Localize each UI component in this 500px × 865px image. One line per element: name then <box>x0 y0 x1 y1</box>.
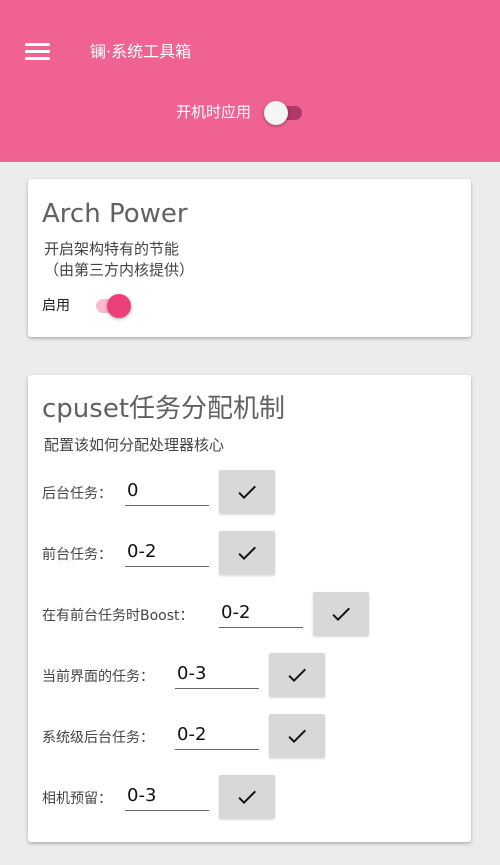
apply-top-app-button[interactable] <box>269 653 325 697</box>
apply-boost-button[interactable] <box>313 592 369 636</box>
boot-apply-label: 开机时应用 <box>176 103 252 121</box>
cpuset-row-top-app: 当前界面的任务： <box>28 653 471 697</box>
check-icon <box>238 790 256 804</box>
switch-thumb <box>264 101 288 125</box>
cpuset-row-camera: 相机预留： <box>28 775 471 819</box>
boot-apply-switch[interactable] <box>262 97 308 127</box>
boot-apply-row: 开机时应用 <box>0 97 500 129</box>
menu-icon[interactable] <box>22 38 54 66</box>
apply-background-button[interactable] <box>219 470 275 514</box>
check-icon <box>238 546 256 560</box>
cpuset-card: cpuset任务分配机制 配置该如何分配处理器核心 后台任务： 前台任务： 在有… <box>28 375 471 842</box>
row-label: 系统级后台任务： <box>42 730 154 746</box>
switch-thumb <box>107 294 131 318</box>
row-label: 在有前台任务时Boost： <box>42 608 194 624</box>
arch-power-enable-switch[interactable] <box>90 290 136 320</box>
row-label: 前台任务： <box>42 547 112 563</box>
check-icon <box>288 729 306 743</box>
enable-label: 启用 <box>42 298 70 314</box>
row-label: 后台任务： <box>42 486 112 502</box>
camera-cores-input[interactable] <box>125 780 209 811</box>
apply-foreground-button[interactable] <box>219 531 275 575</box>
boost-cores-input[interactable] <box>219 597 303 628</box>
cpuset-row-foreground: 前台任务： <box>28 531 471 575</box>
arch-power-title: Arch Power <box>42 199 188 229</box>
app-bar: 镧·系统工具箱 开机时应用 <box>0 0 500 162</box>
cpuset-row-boost: 在有前台任务时Boost： <box>28 592 471 636</box>
apply-camera-button[interactable] <box>219 775 275 819</box>
foreground-cores-input[interactable] <box>125 536 209 567</box>
system-background-cores-input[interactable] <box>175 719 259 750</box>
cpuset-desc: 配置该如何分配处理器核心 <box>44 436 225 454</box>
cpuset-title: cpuset任务分配机制 <box>42 394 286 424</box>
check-icon <box>288 668 306 682</box>
arch-power-desc-line1: 开启架构特有的节能 <box>44 240 180 258</box>
apply-system-background-button[interactable] <box>269 714 325 758</box>
app-title: 镧·系统工具箱 <box>90 42 192 61</box>
top-app-cores-input[interactable] <box>175 658 259 689</box>
row-label: 当前界面的任务： <box>42 669 154 685</box>
cpuset-row-system-background: 系统级后台任务： <box>28 714 471 758</box>
check-icon <box>238 485 256 499</box>
arch-power-desc-line2: （由第三方内核提供） <box>44 261 195 279</box>
cpuset-row-background: 后台任务： <box>28 470 471 514</box>
arch-power-card: Arch Power 开启架构特有的节能 （由第三方内核提供） 启用 <box>28 179 471 337</box>
check-icon <box>332 607 350 621</box>
background-cores-input[interactable] <box>125 475 209 506</box>
row-label: 相机预留： <box>42 791 112 807</box>
